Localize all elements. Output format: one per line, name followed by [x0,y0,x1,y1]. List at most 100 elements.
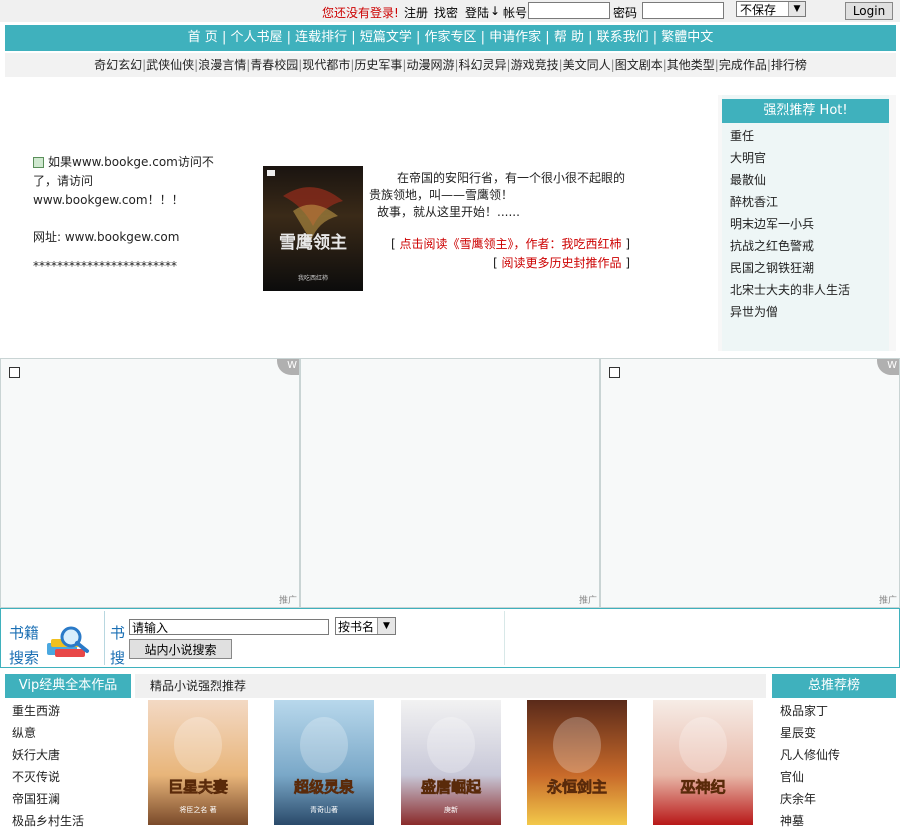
ranking-list-item[interactable]: 凡人修仙传 [780,744,840,766]
divider [504,611,505,665]
ad-label: 推广 [878,596,897,606]
hot-list-item[interactable]: 民国之钢铁狂潮 [730,257,850,279]
nav-item[interactable]: 申请作家 [489,30,541,45]
vip-list-item[interactable]: 不灭传说 [12,766,84,788]
blurb-line2: 贵族领地，叫——雪鹰领！ [369,188,514,202]
ranking-list-item[interactable]: 极品家丁 [780,700,840,722]
featured-links: [ 点击阅读《雪鹰领主》，作者：我吃西红柿 ] [ 阅读更多历史封推作品 ] [390,237,630,270]
category-nav: 奇幻玄幻|武侠仙侠|浪漫言情|青春校园|现代都市|历史军事|动漫网游|科幻灵异|… [5,53,896,77]
nav-separator: | [476,30,490,45]
search-input[interactable]: 请输入 [129,619,329,635]
vip-list-item[interactable]: 帝国狂澜 [12,788,84,810]
category-item[interactable]: 科幻灵异 [459,58,507,72]
vip-list-item[interactable]: 极品乡村生活 [12,810,84,832]
hot-list-item[interactable]: 大明官 [730,147,850,169]
ad-panel-center[interactable]: 推广 [300,358,600,608]
category-item[interactable]: 青春校园 [250,58,298,72]
nav-item[interactable]: 短篇文学 [360,30,412,45]
nav-item[interactable]: 首 页 [188,30,218,45]
notice-line2: 网址: www.bookgew.com [33,230,180,244]
blurb-line1: 在帝国的安阳行省，有一个很小很不起眼的 [397,171,626,185]
password-input[interactable] [642,2,724,19]
nav-separator: | [282,30,296,45]
category-item[interactable]: 动漫网游 [406,58,454,72]
register-link[interactable]: 注册 [404,4,428,21]
category-item[interactable]: 奇幻玄幻 [94,58,142,72]
hot-list: 重任 大明官 最散仙 醉枕香江 明末边军一小兵 抗战之红色警戒 民国之钢铁狂潮 北宋士大夫的非… [730,125,850,323]
vip-list-item[interactable]: 妖行大唐 [12,744,84,766]
nav-item[interactable]: 连载排行 [295,30,347,45]
search-bar: 书籍搜索 书搜 请输入 按书名 ▼ 站内小说搜索 [0,608,900,668]
recommend-book-cover[interactable]: 盛唐崛起 庚新 [401,700,501,825]
account-input[interactable] [528,2,610,19]
recommend-book-cover[interactable]: 巫神纪 [653,700,753,825]
account-label: 帐号 [503,6,528,20]
cover-title-text: 超级灵泉 [293,778,355,796]
recommend-title: 精品小说强烈推荐 [135,674,766,698]
category-item[interactable]: 游戏竞技 [511,58,559,72]
featured-blurb: 在帝国的安阳行省，有一个很小很不起眼的 贵族领地，叫——雪鹰领！ 故事，就从这里… [369,170,631,221]
login-bar: 您还没有登录! 注册 找密 登陆 ↓ 帐号 密码 不保存 ▼ Login [0,0,900,22]
hot-list-item[interactable]: 抗战之红色警戒 [730,235,850,257]
ranking-list-item[interactable]: 星辰变 [780,722,840,744]
ranking-list: 极品家丁 星辰变 凡人修仙传 官仙 庆余年 神墓 [780,700,840,832]
recommend-book-cover[interactable]: 永恒剑主 [527,700,627,825]
login-button[interactable]: Login [845,2,893,20]
category-item[interactable]: 美文同人 [563,58,611,72]
find-password-link[interactable]: 找密 [434,4,458,21]
ranking-list-item[interactable]: 官仙 [780,766,840,788]
search-section-label: 书籍搜索 [9,624,40,667]
more-books-link[interactable]: 阅读更多历史封推作品 [501,256,621,270]
ad-panel-right[interactable]: W 推广 [600,358,900,608]
ranking-list-item[interactable]: 神墓 [780,810,840,832]
image-icon [33,157,44,168]
vip-list-item[interactable]: 重生西游 [12,700,84,722]
remember-select[interactable]: 不保存 ▼ [736,1,806,17]
ranking-title: 总推荐榜 [772,674,896,698]
hot-recommend-box: 强烈推荐 Hot! 重任 大明官 最散仙 醉枕香江 明末边军一小兵 抗战之红色警戒 民国之钢… [722,95,889,351]
hot-list-item[interactable]: 最散仙 [730,169,850,191]
hot-list-item[interactable]: 明末边军一小兵 [730,213,850,235]
category-item[interactable]: 其他类型 [667,58,715,72]
search-type-value: 按书名 [338,620,375,634]
cover-author-text: 将臣之名 著 [179,805,216,814]
password-label: 密码 [613,6,638,20]
category-item[interactable]: 完成作品 [719,58,767,72]
search-magnifier-icon [45,625,93,661]
login-link[interactable]: 登陆 [465,4,489,21]
cover-title-text: 雪鹰领主 [279,232,347,253]
featured-book-cover[interactable]: 雪鹰领主 我吃西红柿 [263,166,363,291]
category-item[interactable]: 历史军事 [354,58,402,72]
hot-list-item[interactable]: 北宋士大夫的非人生活 [730,279,850,301]
category-item[interactable]: 现代都市 [302,58,350,72]
hot-list-item[interactable]: 重任 [730,125,850,147]
ranking-list-item[interactable]: 庆余年 [780,788,840,810]
hot-list-item[interactable]: 醉枕香江 [730,191,850,213]
vip-list-item[interactable]: 纵意 [12,722,84,744]
category-item[interactable]: 图文剧本 [615,58,663,72]
search-type-select[interactable]: 按书名 ▼ [335,617,396,635]
hot-list-item[interactable]: 异世为僧 [730,301,850,323]
ad-corner-badge: W [277,359,299,375]
nav-separator: | [541,30,554,45]
cover-author-text: 青奇山著 [310,805,338,814]
ad-label: 推广 [578,596,597,606]
read-book-link[interactable]: 点击阅读《雪鹰领主》，作者：我吃西红柿 [399,237,621,251]
nav-item[interactable]: 个人书屋 [230,30,282,45]
remember-select-value: 不保存 [740,3,777,17]
category-item[interactable]: 武侠仙侠 [146,58,194,72]
recommend-book-cover[interactable]: 巨星夫妻 将臣之名 著 [148,700,248,825]
notice-line1: 如果www.bookge.com访问不了，请访问www.bookgew.com！… [33,155,214,207]
ad-panel-left[interactable]: W 推广 [0,358,300,608]
recommend-book-cover[interactable]: 超级灵泉 青奇山著 [274,700,374,825]
nav-item[interactable]: 作家专区 [424,30,476,45]
ad-tag-icon [609,367,620,378]
cover-title-text: 巫神纪 [680,778,725,796]
category-item[interactable]: 浪漫言情 [198,58,246,72]
cover-title-text: 盛唐崛起 [421,778,482,796]
nav-item[interactable]: 帮 助 [554,30,584,45]
category-item[interactable]: 排行榜 [771,58,807,72]
search-button[interactable]: 站内小说搜索 [129,639,232,659]
nav-item[interactable]: 联系我们 [597,30,649,45]
nav-item[interactable]: 繁體中文 [661,30,713,45]
